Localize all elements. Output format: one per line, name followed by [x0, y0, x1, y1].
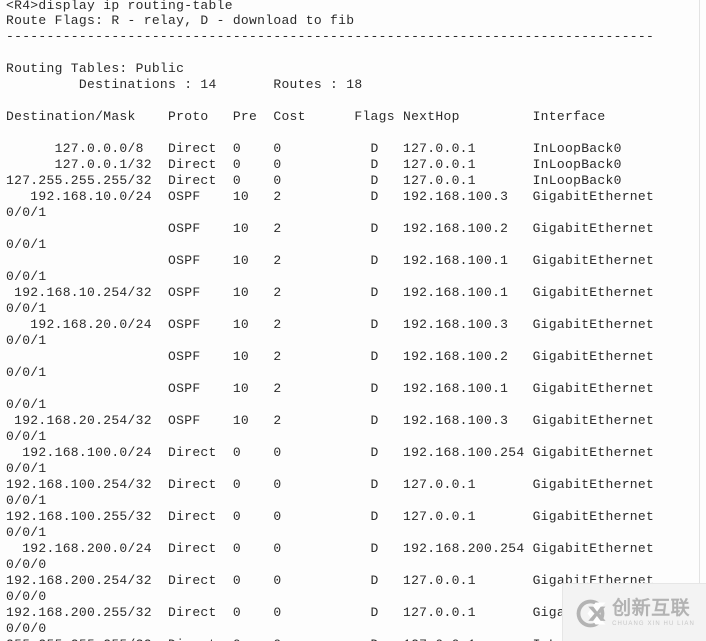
- table-row-continuation: 0/0/0: [6, 557, 47, 572]
- terminal-screenshot: <R4>display ip routing-table Route Flags…: [0, 0, 706, 641]
- table-row: OSPF 10 2 D 192.168.100.2 GigabitEtherne…: [6, 221, 655, 236]
- table-row-continuation: 0/0/1: [6, 205, 47, 220]
- routing-tables-line: Routing Tables: Public: [6, 61, 185, 76]
- table-row-continuation: 0/0/1: [6, 237, 47, 252]
- command-prompt-line: <R4>display ip routing-table: [6, 0, 233, 13]
- table-row: 127.0.0.1/32 Direct 0 0 D 127.0.0.1 InLo…: [6, 157, 622, 172]
- table-row-continuation: 0/0/1: [6, 461, 47, 476]
- table-row-continuation: 0/0/1: [6, 525, 47, 540]
- table-row: 192.168.20.0/24 OSPF 10 2 D 192.168.100.…: [6, 317, 655, 332]
- table-row: 192.168.20.254/32 OSPF 10 2 D 192.168.10…: [6, 413, 655, 428]
- table-row: OSPF 10 2 D 192.168.100.2 GigabitEtherne…: [6, 349, 655, 364]
- route-flags-line: Route Flags: R - relay, D - download to …: [6, 13, 355, 28]
- separator-line: ----------------------------------------…: [6, 29, 655, 44]
- table-row: 127.255.255.255/32 Direct 0 0 D 127.0.0.…: [6, 173, 622, 188]
- table-row-continuation: 0/0/1: [6, 301, 47, 316]
- chuangxin-logo-icon: [575, 598, 606, 629]
- table-row: OSPF 10 2 D 192.168.100.1 GigabitEtherne…: [6, 253, 655, 268]
- watermark-brand-pinyin: CHUANG XIN HU LIAN: [612, 621, 695, 627]
- table-row: 192.168.100.0/24 Direct 0 0 D 192.168.10…: [6, 445, 655, 460]
- table-row: 192.168.100.255/32 Direct 0 0 D 127.0.0.…: [6, 509, 655, 524]
- table-row: 127.0.0.0/8 Direct 0 0 D 127.0.0.1 InLoo…: [6, 141, 622, 156]
- table-row: 192.168.10.0/24 OSPF 10 2 D 192.168.100.…: [6, 189, 655, 204]
- table-row-continuation: 0/0/1: [6, 493, 47, 508]
- watermark-brand-cn: 创新互联: [612, 597, 691, 619]
- destinations-routes-summary: Destinations : 14 Routes : 18: [6, 77, 363, 92]
- table-row-continuation: 0/0/1: [6, 269, 47, 284]
- table-row-continuation: 0/0/1: [6, 333, 47, 348]
- table-row: OSPF 10 2 D 192.168.100.1 GigabitEtherne…: [6, 381, 655, 396]
- table-row: 192.168.100.254/32 Direct 0 0 D 127.0.0.…: [6, 477, 655, 492]
- table-row-continuation: 0/0/1: [6, 429, 47, 444]
- table-row-continuation: 0/0/1: [6, 397, 47, 412]
- table-row: 192.168.10.254/32 OSPF 10 2 D 192.168.10…: [6, 285, 655, 300]
- table-header-line: Destination/Mask Proto Pre Cost Flags Ne…: [6, 109, 606, 124]
- watermark-text: 创新互联 CHUANG XIN HU LIAN: [612, 597, 695, 628]
- terminal-output[interactable]: <R4>display ip routing-table Route Flags…: [0, 0, 706, 641]
- site-watermark: 创新互联 CHUANG XIN HU LIAN: [562, 583, 706, 641]
- table-row-continuation: 0/0/1: [6, 365, 47, 380]
- table-row: 192.168.200.0/24 Direct 0 0 D 192.168.20…: [6, 541, 655, 556]
